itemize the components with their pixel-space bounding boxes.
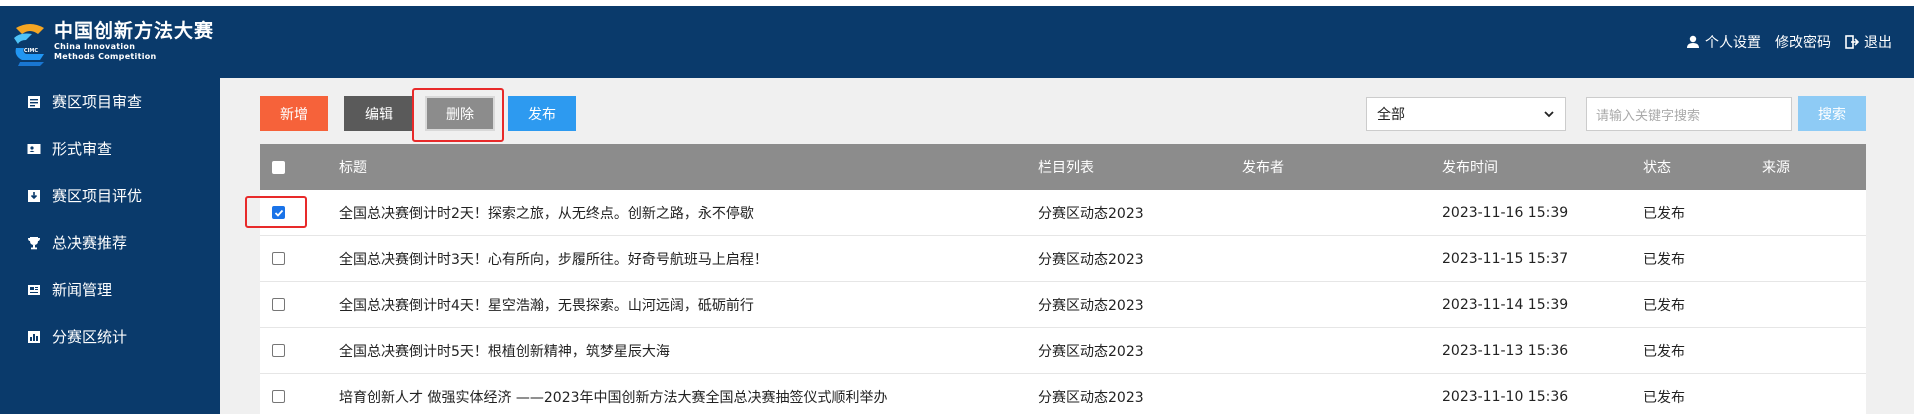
main-content: 新增 编辑 删除 发布 全部 请输入关键字搜索 搜索 标题 栏目列表 发布者 发…: [220, 78, 1914, 414]
header-time: 发布时间: [1442, 160, 1498, 176]
table-row[interactable]: 全国总决赛倒计时3天！心有所向，步履所往。好奇号航班马上启程！ 分赛区动态202…: [260, 236, 1866, 282]
select-all-checkbox[interactable]: [272, 160, 285, 174]
user-icon: [1687, 35, 1699, 48]
row-checkbox[interactable]: [272, 298, 285, 311]
document-icon: [27, 95, 41, 109]
change-password-link[interactable]: 修改密码: [1775, 32, 1831, 52]
row-checkbox[interactable]: [272, 206, 285, 219]
row-time: 2023-11-15 15:37: [1442, 250, 1569, 267]
sidebar-item-project-review[interactable]: 赛区项目审查: [0, 78, 220, 125]
row-checkbox[interactable]: [272, 252, 285, 265]
sidebar-item-label: 形式审查: [52, 140, 113, 158]
sidebar-item-format-review[interactable]: 形式审查: [0, 125, 220, 172]
sidebar-item-project-evaluation[interactable]: 赛区项目评优: [0, 172, 220, 219]
row-check-cell: [272, 236, 285, 281]
row-checkbox[interactable]: [272, 390, 285, 403]
search-button[interactable]: 搜索: [1798, 96, 1866, 131]
logo-text: CIMC: [24, 48, 39, 54]
change-password-label: 修改密码: [1775, 35, 1831, 51]
header-author: 发布者: [1242, 160, 1284, 176]
row-status: 已发布: [1643, 297, 1685, 314]
user-menu: 个人设置 修改密码 退出: [1672, 32, 1892, 52]
row-status: 已发布: [1643, 251, 1685, 268]
row-status: 已发布: [1643, 205, 1685, 222]
sidebar: 赛区项目审查 形式审查 赛区项目评优 总决赛推荐 新闻管理 分赛区统计: [0, 78, 220, 414]
sidebar-item-label: 总决赛推荐: [52, 234, 128, 252]
chevron-down-icon: [1544, 111, 1554, 118]
header-check-cell: [272, 144, 285, 190]
row-category: 分赛区动态2023: [1038, 205, 1144, 222]
row-time: 2023-11-10 15:36: [1442, 388, 1569, 405]
news-table: 标题 栏目列表 发布者 发布时间 状态 来源 全国总决赛倒计时2天！探索之旅，从…: [260, 144, 1866, 414]
news-icon: [27, 283, 41, 297]
row-time: 2023-11-13 15:36: [1442, 342, 1569, 359]
search-input[interactable]: 请输入关键字搜索: [1586, 97, 1792, 131]
logout-link[interactable]: 退出: [1845, 32, 1892, 52]
row-title[interactable]: 全国总决赛倒计时2天！探索之旅，从无终点。创新之路，永不停歇: [339, 190, 754, 235]
row-status: 已发布: [1643, 389, 1685, 406]
row-status: 已发布: [1643, 343, 1685, 360]
search-placeholder: 请输入关键字搜索: [1596, 108, 1701, 124]
header-category: 栏目列表: [1038, 160, 1094, 176]
row-check-cell: [272, 328, 285, 373]
table-header: 标题 栏目列表 发布者 发布时间 状态 来源: [260, 144, 1866, 190]
table-row[interactable]: 培育创新人才 做强实体经济 ——2023年中国创新方法大赛全国总决赛抽签仪式顺利…: [260, 374, 1866, 414]
personal-settings-link[interactable]: 个人设置: [1686, 32, 1761, 52]
brand: 中国创新方法大赛 China Innovation Methods Compet…: [54, 20, 214, 62]
sidebar-item-label: 赛区项目审查: [52, 93, 143, 111]
sidebar-item-label: 分赛区统计: [52, 328, 128, 346]
top-strip: [0, 0, 1914, 6]
status-filter-select[interactable]: 全部: [1366, 97, 1566, 131]
id-card-icon: [27, 142, 41, 156]
table-row[interactable]: 全国总决赛倒计时2天！探索之旅，从无终点。创新之路，永不停歇 分赛区动态2023…: [260, 190, 1866, 236]
sidebar-item-label: 新闻管理: [52, 281, 113, 299]
header-title: 标题: [339, 160, 367, 176]
delete-button[interactable]: 删除: [425, 96, 495, 131]
checkmark-icon: [274, 209, 283, 217]
sidebar-item-news-management[interactable]: 新闻管理: [0, 266, 220, 313]
row-check-cell: [272, 374, 285, 414]
brand-title: 中国创新方法大赛: [54, 20, 215, 42]
row-time: 2023-11-14 15:39: [1442, 296, 1569, 313]
logout-label: 退出: [1864, 35, 1892, 51]
sidebar-item-division-statistics[interactable]: 分赛区统计: [0, 313, 220, 360]
row-title[interactable]: 全国总决赛倒计时5天！根植创新精神，筑梦星辰大海: [339, 328, 670, 373]
row-time: 2023-11-16 15:39: [1442, 204, 1569, 221]
table-row[interactable]: 全国总决赛倒计时4天！星空浩瀚，无畏探索。山河远阔，砥砺前行 分赛区动态2023…: [260, 282, 1866, 328]
top-navbar: CIMC 中国创新方法大赛 China Innovation Methods C…: [0, 0, 1914, 78]
brand-subtitle-line2: Methods Competition: [54, 52, 157, 61]
row-category: 分赛区动态2023: [1038, 343, 1144, 360]
row-title[interactable]: 全国总决赛倒计时3天！心有所向，步履所往。好奇号航班马上启程！: [339, 236, 768, 281]
row-category: 分赛区动态2023: [1038, 297, 1144, 314]
table-row[interactable]: 全国总决赛倒计时5天！根植创新精神，筑梦星辰大海 分赛区动态2023 2023-…: [260, 328, 1866, 374]
header-source: 来源: [1762, 160, 1790, 176]
row-title[interactable]: 全国总决赛倒计时4天！星空浩瀚，无畏探索。山河远阔，砥砺前行: [339, 282, 754, 327]
logout-icon: [1845, 35, 1859, 49]
header-status: 状态: [1643, 160, 1671, 176]
cimc-logo-icon: CIMC: [10, 20, 52, 68]
row-checkbox[interactable]: [272, 344, 285, 357]
chart-icon: [27, 330, 41, 344]
row-category: 分赛区动态2023: [1038, 389, 1144, 406]
row-check-cell: [272, 190, 285, 235]
row-category: 分赛区动态2023: [1038, 251, 1144, 268]
brand-subtitle-line1: China Innovation: [54, 42, 136, 51]
edit-button[interactable]: 编辑: [344, 96, 414, 131]
status-filter-value: 全部: [1377, 107, 1405, 123]
personal-settings-label: 个人设置: [1705, 35, 1761, 51]
row-title[interactable]: 培育创新人才 做强实体经济 ——2023年中国创新方法大赛全国总决赛抽签仪式顺利…: [339, 374, 888, 414]
row-check-cell: [272, 282, 285, 327]
download-box-icon: [27, 189, 41, 203]
publish-button[interactable]: 发布: [508, 96, 576, 131]
sidebar-item-label: 赛区项目评优: [52, 187, 143, 205]
add-button[interactable]: 新增: [260, 96, 328, 131]
sidebar-item-finals-recommendation[interactable]: 总决赛推荐: [0, 219, 220, 266]
trophy-icon: [27, 236, 41, 250]
